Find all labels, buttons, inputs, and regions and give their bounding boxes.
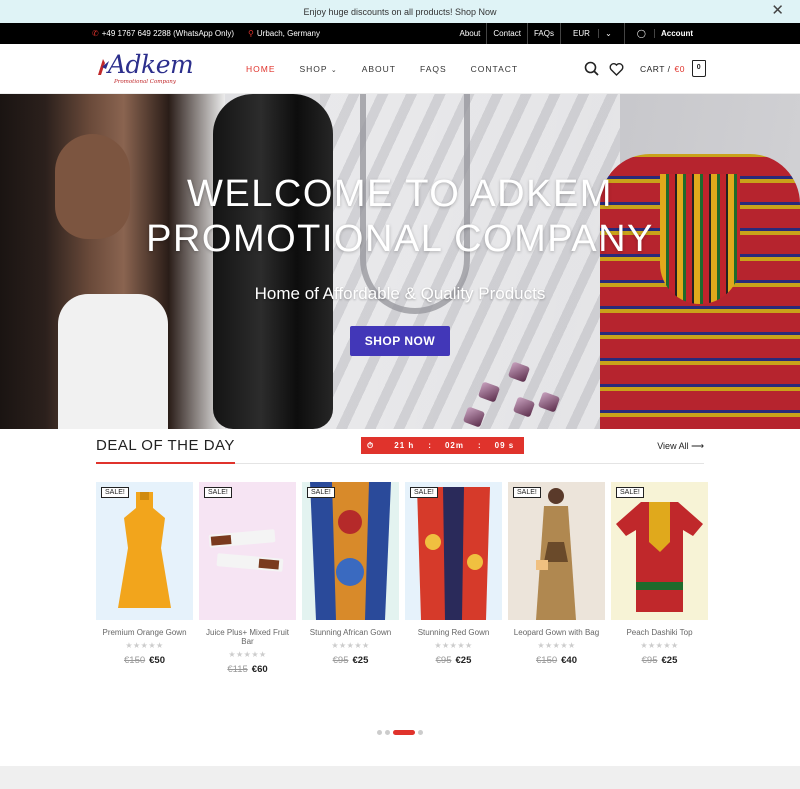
hero-title: WELCOME TO ADKEM PROMOTIONAL COMPANY xyxy=(146,172,654,262)
product-image[interactable]: SALE! xyxy=(508,482,605,620)
logo-tagline: Promotional Company xyxy=(114,78,176,85)
product-name[interactable]: Premium Orange Gown xyxy=(96,628,193,637)
hero-subtitle: Home of Affordable & Quality Products xyxy=(254,284,546,303)
rating-stars: ★★★★★ xyxy=(331,641,370,650)
hero-content: WELCOME TO ADKEM PROMOTIONAL COMPANY Hom… xyxy=(0,94,800,429)
product-price: €95 €25 xyxy=(641,655,678,666)
sale-badge: SALE! xyxy=(513,487,541,498)
stopwatch-icon: ⏱ xyxy=(367,440,374,450)
product-price: €150 €40 xyxy=(536,655,577,666)
carousel-dot[interactable] xyxy=(377,730,382,735)
carousel-pagination xyxy=(96,730,704,735)
deals-title: DEAL OF THE DAY xyxy=(96,437,235,464)
search-icon[interactable] xyxy=(584,61,599,76)
nav-about[interactable]: ABOUT xyxy=(350,64,408,74)
sale-badge: SALE! xyxy=(204,487,232,498)
cart-link[interactable]: CART / €0 0 xyxy=(640,60,706,77)
nav-faqs[interactable]: FAQS xyxy=(408,64,459,74)
product-price: €150 €50 xyxy=(124,655,165,666)
product-image[interactable]: SALE! xyxy=(405,482,502,620)
map-pin-icon: ⚲ xyxy=(248,29,254,38)
timer-hours: 21 h xyxy=(394,441,415,450)
timer-seconds: 09 s xyxy=(494,441,515,450)
phone-info[interactable]: ✆ +49 1767 649 2288 (WhatsApp Only) xyxy=(92,29,234,38)
chevron-down-icon: ⌄ xyxy=(330,66,338,74)
announcement-bar: Enjoy huge discounts on all products! Sh… xyxy=(0,0,800,23)
product-name[interactable]: Stunning African Gown xyxy=(302,628,399,637)
sale-badge: SALE! xyxy=(616,487,644,498)
deal-of-the-day: DEAL OF THE DAY ⏱ 21 h : 02m : 09 s View… xyxy=(0,429,800,735)
main-nav: HOME SHOP ⌄ ABOUT FAQS CONTACT xyxy=(234,64,530,74)
topbar-link-about[interactable]: About xyxy=(453,23,486,44)
product-card[interactable]: SALE! Stunning Red Gown ★★★★★ €95 €25 xyxy=(405,482,502,675)
nav-contact[interactable]: CONTACT xyxy=(459,64,530,74)
cart-amount: €0 xyxy=(674,63,685,74)
product-name[interactable]: Stunning Red Gown xyxy=(405,628,502,637)
product-carousel: SALE! Premium Orange Gown ★★★★★ €150 €50 … xyxy=(96,482,708,675)
carousel-dot[interactable] xyxy=(385,730,390,735)
product-card[interactable]: SALE! Premium Orange Gown ★★★★★ €150 €50 xyxy=(96,482,193,675)
rating-stars: ★★★★★ xyxy=(228,650,267,659)
announcement-text[interactable]: Enjoy huge discounts on all products! Sh… xyxy=(303,7,496,17)
product-price: €115 €60 xyxy=(227,664,268,675)
cart-count: 0 xyxy=(696,64,702,71)
nav-shop[interactable]: SHOP ⌄ xyxy=(288,64,350,74)
logo-text: Adkem xyxy=(108,49,194,79)
product-name[interactable]: Juice Plus+ Mixed Fruit Bar xyxy=(199,628,296,646)
hero-title-line1: WELCOME TO ADKEM xyxy=(187,173,613,215)
location-info: ⚲ Urbach, Germany xyxy=(248,29,320,38)
product-card[interactable]: SALE! Leopard Gown with Bag ★★★★★ €150 €4… xyxy=(508,482,605,675)
phone-icon: ✆ xyxy=(92,29,99,38)
heart-icon[interactable] xyxy=(609,62,624,76)
view-all-link[interactable]: View All ⟶ xyxy=(657,441,704,452)
currency-value: EUR xyxy=(572,29,590,38)
carousel-dot[interactable] xyxy=(418,730,423,735)
currency-select[interactable]: EUR ⌄ xyxy=(559,23,624,44)
product-name[interactable]: Leopard Gown with Bag xyxy=(508,628,605,637)
sale-badge: SALE! xyxy=(101,487,129,498)
rating-stars: ★★★★★ xyxy=(640,641,679,650)
countdown-timer: ⏱ 21 h : 02m : 09 s xyxy=(361,437,524,454)
nav-home[interactable]: HOME xyxy=(234,64,288,74)
topbar-link-faqs[interactable]: FAQs xyxy=(526,23,560,44)
phone-text: +49 1767 649 2288 (WhatsApp Only) xyxy=(101,29,235,38)
timer-minutes: 02m xyxy=(444,441,464,450)
rating-stars: ★★★★★ xyxy=(125,641,164,650)
product-image[interactable]: SALE! xyxy=(96,482,193,620)
product-card[interactable]: SALE! Peach Dashiki Top ★★★★★ €95 €25 xyxy=(611,482,708,675)
logo[interactable]: Adkem Promotional Company xyxy=(96,49,194,89)
deals-header: DEAL OF THE DAY ⏱ 21 h : 02m : 09 s View… xyxy=(96,429,704,464)
hero-title-line2: PROMOTIONAL COMPANY xyxy=(146,218,654,260)
product-image[interactable]: SALE! xyxy=(199,482,296,620)
sale-badge: SALE! xyxy=(410,487,438,498)
rating-stars: ★★★★★ xyxy=(434,641,473,650)
close-icon[interactable]: ✕ xyxy=(771,3,784,19)
topbar-link-contact[interactable]: Contact xyxy=(486,23,527,44)
footer-band xyxy=(0,766,800,789)
product-price: €95 €25 xyxy=(435,655,472,666)
arrow-right-icon: ⟶ xyxy=(691,440,704,451)
hero-banner: WELCOME TO ADKEM PROMOTIONAL COMPANY Hom… xyxy=(0,94,800,429)
account-label: Account xyxy=(654,29,699,38)
user-icon: ◯ xyxy=(636,29,646,38)
carousel-dot-active[interactable] xyxy=(393,730,415,735)
product-image[interactable]: SALE! xyxy=(302,482,399,620)
header-actions: CART / €0 0 xyxy=(584,60,706,77)
cart-label: CART / xyxy=(639,63,671,74)
rating-stars: ★★★★★ xyxy=(537,641,576,650)
product-image[interactable]: SALE! xyxy=(611,482,708,620)
sale-badge: SALE! xyxy=(307,487,335,498)
chevron-down-icon: ⌄ xyxy=(598,29,618,38)
product-price: €95 €25 xyxy=(332,655,369,666)
nav-shop-label: SHOP xyxy=(299,63,328,74)
product-card[interactable]: SALE! Stunning African Gown ★★★★★ €95 €25 xyxy=(302,482,399,675)
location-text: Urbach, Germany xyxy=(256,29,321,38)
account-link[interactable]: ◯ Account xyxy=(623,23,705,44)
main-header: Adkem Promotional Company HOME SHOP ⌄ AB… xyxy=(0,44,800,94)
shop-now-button[interactable]: SHOP NOW xyxy=(349,326,451,356)
top-bar: ✆ +49 1767 649 2288 (WhatsApp Only) ⚲ Ur… xyxy=(0,23,800,44)
product-card[interactable]: SALE! Juice Plus+ Mixed Fruit Bar ★★★★★ … xyxy=(199,482,296,675)
product-name[interactable]: Peach Dashiki Top xyxy=(611,628,708,637)
cart-bag-icon: 0 xyxy=(692,60,706,77)
